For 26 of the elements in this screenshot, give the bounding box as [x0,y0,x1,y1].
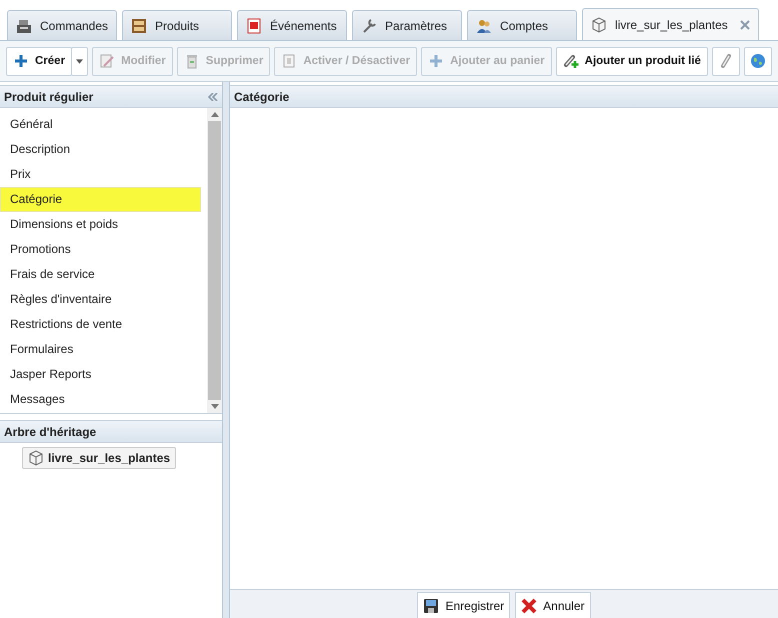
tab[interactable]: Comptes [467,10,578,40]
toolbar-button[interactable]: Ajouter un produit lié [556,46,708,76]
panel-title: Arbre d'héritage [4,424,96,438]
sidebar-item[interactable]: Prix [0,162,201,187]
tab[interactable]: livre_sur_les_plantes [582,8,759,40]
sidebar-item[interactable]: Général [0,112,201,137]
sidebar-item[interactable]: Dimensions et poids [0,212,201,237]
sidebar-item[interactable]: Jasper Reports [0,362,201,387]
panel-title: Catégorie [234,90,290,104]
sidebar-item[interactable]: Formulaires [0,337,201,362]
sidebar-item[interactable]: Description [0,137,201,162]
tab[interactable]: Produits [122,10,232,40]
sidebar-item[interactable]: Frais de service [0,262,201,287]
toolbar-button[interactable]: Créer [6,46,72,76]
sidebar-item[interactable]: Règles d'inventaire [0,287,201,312]
sidebar-item[interactable]: Restrictions de vente [0,312,201,337]
save-button[interactable]: Enregistrer [417,592,510,618]
panel-title: Produit régulier [4,90,94,104]
cancel-button[interactable]: Annuler [515,592,591,618]
tree-node[interactable]: livre_sur_les_plantes [22,447,176,469]
sidebar-item[interactable]: Promotions [0,237,201,262]
sidebar-item[interactable]: Catégorie [0,187,201,212]
tab[interactable]: Paramètres [352,10,462,40]
tab[interactable]: Commandes [7,10,118,40]
tab[interactable]: Événements [237,10,348,40]
sidebar-item[interactable]: Messages [0,387,201,412]
